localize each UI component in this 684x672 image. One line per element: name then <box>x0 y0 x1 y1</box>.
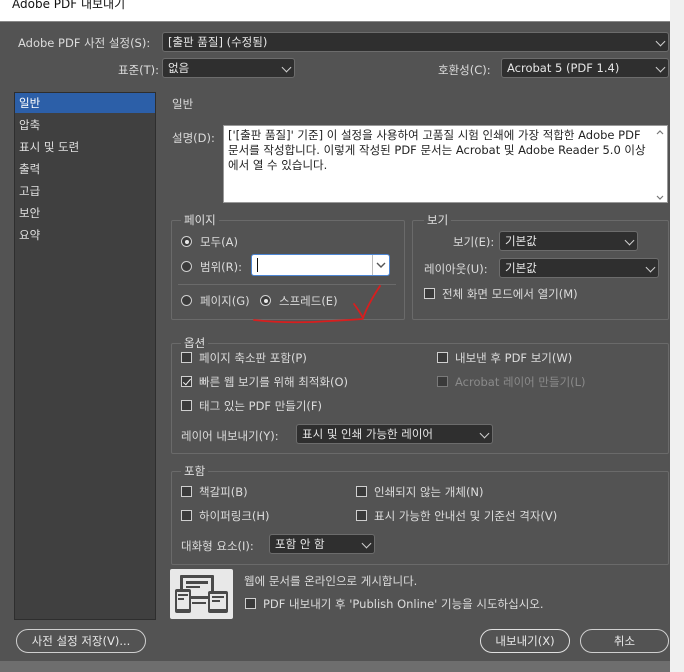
fast-web-label: 빠른 웹 보기를 위해 최적화(O) <box>199 375 349 389</box>
range-divider <box>372 255 373 275</box>
preset-value: [출판 품질] (수정됨) <box>168 35 268 49</box>
text-caret <box>257 258 258 272</box>
thumbnails-checkbox[interactable] <box>181 352 192 363</box>
sidebar-item-security[interactable]: 보안 <box>15 203 155 223</box>
range-input[interactable] <box>251 254 390 276</box>
fast-web-checkbox[interactable] <box>181 376 192 387</box>
interactive-value: 포함 안 함 <box>275 537 325 551</box>
hyperlinks-label: 하이퍼링크(H) <box>199 509 270 523</box>
chevron-down-icon <box>645 262 656 273</box>
bookmarks-label: 책갈피(B) <box>199 485 248 499</box>
view-group-title: 보기 <box>424 212 452 228</box>
chevron-down-icon <box>281 62 292 73</box>
sidebar-item-output[interactable]: 출력 <box>15 159 155 179</box>
export-button[interactable]: 내보내기(X) <box>480 629 570 653</box>
title-bar: Adobe PDF 내보내기 <box>0 0 670 22</box>
guides-label: 표시 가능한 안내선 및 기준선 격자(V) <box>374 509 558 523</box>
chevron-down-icon <box>655 62 666 73</box>
publish-online-label: PDF 내보내기 후 'Publish Online' 기능을 시도하십시오. <box>263 597 544 611</box>
window-edge <box>670 0 684 672</box>
hyperlinks-checkbox[interactable] <box>181 510 192 521</box>
acrobat-layers-label: Acrobat 레이어 만들기(L) <box>455 375 586 389</box>
view-after-checkbox[interactable] <box>437 352 448 363</box>
tagged-pdf-label: 태그 있는 PDF 만들기(F) <box>199 399 323 413</box>
guides-checkbox[interactable] <box>356 510 367 521</box>
save-preset-button[interactable]: 사전 설정 저장(V)... <box>16 629 146 653</box>
publish-online-icon <box>170 569 233 619</box>
devices-icon <box>175 575 228 613</box>
view-value: 기본값 <box>505 234 537 248</box>
chevron-down-icon <box>361 538 372 549</box>
sidebar-item-marks-bleeds[interactable]: 표시 및 도련 <box>15 137 155 157</box>
chevron-down-icon <box>624 235 635 246</box>
sidebar-item-summary[interactable]: 요약 <box>15 225 155 245</box>
sidebar-item-general[interactable]: 일반 <box>15 93 155 113</box>
interactive-select[interactable]: 포함 안 함 <box>269 534 375 554</box>
compat-value: Acrobat 5 (PDF 1.4) <box>507 61 620 75</box>
layout-select[interactable]: 기본값 <box>499 258 659 278</box>
publish-online-checkbox[interactable] <box>245 598 256 609</box>
chevron-down-icon[interactable] <box>376 261 386 269</box>
standard-label: 표준(T): <box>118 63 160 77</box>
radio-pages-label: 페이지(G) <box>200 294 250 308</box>
sidebar-item-advanced[interactable]: 고급 <box>15 181 155 201</box>
tagged-pdf-checkbox[interactable] <box>181 400 192 411</box>
radio-all-label: 모두(A) <box>200 235 238 249</box>
non-printing-label: 인쇄되지 않는 개체(N) <box>374 485 484 499</box>
fullscreen-checkbox[interactable] <box>424 288 435 299</box>
red-annotation-mark <box>253 285 381 324</box>
chevron-down-icon <box>655 36 666 47</box>
compat-select[interactable]: Acrobat 5 (PDF 1.4) <box>501 58 669 78</box>
radio-range[interactable] <box>181 261 192 272</box>
description-textarea[interactable]: ['[출판 품질]' 기준] 이 설정을 사용하여 고품질 시험 인쇄에 가장 … <box>223 125 668 203</box>
layout-label: 레이아웃(U): <box>424 262 488 276</box>
compat-label: 호환성(C): <box>438 63 491 77</box>
view-after-label: 내보낸 후 PDF 보기(W) <box>455 351 573 365</box>
view-label: 보기(E): <box>453 235 495 249</box>
pages-group-title: 페이지 <box>181 212 219 228</box>
layout-value: 기본값 <box>505 261 537 275</box>
radio-pages[interactable] <box>181 295 192 306</box>
cancel-button[interactable]: 취소 <box>580 629 669 653</box>
layer-export-value: 표시 및 인쇄 가능한 레이어 <box>302 427 434 441</box>
acrobat-layers-checkbox <box>437 376 448 387</box>
description-scrollbar[interactable] <box>655 128 665 202</box>
description-label: 설명(D): <box>172 131 215 145</box>
window-title: Adobe PDF 내보내기 <box>12 0 126 11</box>
preset-select[interactable]: [출판 품질] (수정됨) <box>162 32 669 52</box>
bookmarks-checkbox[interactable] <box>181 486 192 497</box>
standard-value: 없음 <box>168 61 190 75</box>
publish-heading: 웹에 문서를 온라인으로 게시합니다. <box>244 574 418 588</box>
fullscreen-label: 전체 화면 모드에서 열기(M) <box>442 287 578 301</box>
chevron-down-icon <box>479 428 490 439</box>
sidebar-item-compression[interactable]: 압축 <box>15 115 155 135</box>
radio-range-label: 범위(R): <box>200 260 242 274</box>
layer-export-select[interactable]: 표시 및 인쇄 가능한 레이어 <box>296 424 493 444</box>
description-text: ['[출판 품질]' 기준] 이 설정을 사용하여 고품질 시험 인쇄에 가장 … <box>228 128 646 172</box>
interactive-label: 대화형 요소(I): <box>181 539 254 553</box>
thumbnails-label: 페이지 축소판 포함(P) <box>199 351 307 365</box>
non-printing-checkbox[interactable] <box>356 486 367 497</box>
include-group-title: 포함 <box>181 463 209 479</box>
preset-label: Adobe PDF 사전 설정(S): <box>18 36 151 50</box>
standard-select[interactable]: 없음 <box>162 58 295 78</box>
options-group-title: 옵션 <box>181 335 209 351</box>
layer-export-label: 레이어 내보내기(Y): <box>181 429 279 443</box>
radio-all[interactable] <box>181 236 192 247</box>
window-bottom-edge <box>0 661 670 672</box>
category-list: 일반 압축 표시 및 도련 출력 고급 보안 요약 <box>14 92 156 620</box>
section-title: 일반 <box>172 97 194 111</box>
view-select[interactable]: 기본값 <box>499 231 638 251</box>
